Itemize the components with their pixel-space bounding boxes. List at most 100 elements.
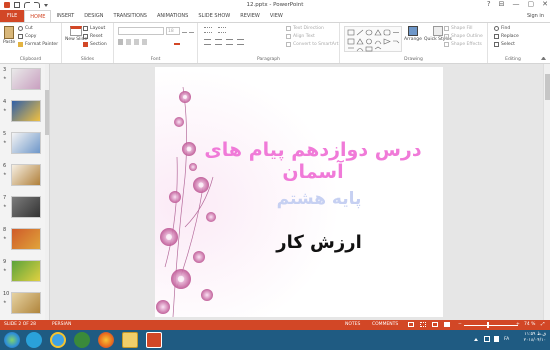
text-direction-button[interactable]: Text Direction <box>286 26 324 31</box>
zoom-in-button[interactable]: + <box>516 320 520 330</box>
justify-icon[interactable] <box>237 39 244 45</box>
shape-outline-button[interactable]: Shape Outline <box>444 34 483 39</box>
font-color-icon[interactable] <box>174 39 180 45</box>
shrink-font-icon[interactable] <box>189 28 194 33</box>
internet-explorer-icon[interactable] <box>50 332 66 348</box>
close-button[interactable]: ✕ <box>542 0 548 8</box>
file-explorer-icon[interactable] <box>122 332 138 348</box>
slide-thumbnail[interactable]: 10 ★ <box>0 291 46 321</box>
slide-thumbnail[interactable]: 9 ★ <box>0 259 46 289</box>
reset-button[interactable]: Reset <box>83 34 103 39</box>
tray-volume-icon[interactable] <box>494 336 499 342</box>
thumbnail-image[interactable] <box>11 132 41 154</box>
underline-icon[interactable] <box>134 39 139 45</box>
font-name-dropdown[interactable] <box>118 27 164 35</box>
zoom-slider-track[interactable] <box>464 325 518 326</box>
italic-icon[interactable] <box>126 39 131 45</box>
slide-heading[interactable]: ارزش کار <box>195 232 443 253</box>
comments-button[interactable]: COMMENTS <box>372 320 398 330</box>
help-button[interactable]: ? <box>487 0 491 8</box>
copy-button[interactable]: Copy <box>18 34 36 39</box>
tab-view[interactable]: VIEW <box>265 10 288 22</box>
tray-network-icon[interactable] <box>484 336 490 342</box>
tab-transitions[interactable]: TRANSITIONS <box>108 10 152 22</box>
thumbnail-image[interactable] <box>11 260 41 282</box>
slide-thumbnail[interactable]: 4 ★ <box>0 99 46 129</box>
strikethrough-icon[interactable] <box>142 39 147 45</box>
cut-button[interactable]: Cut <box>18 26 33 31</box>
tab-file[interactable]: FILE <box>0 10 25 22</box>
grow-font-icon[interactable] <box>182 28 187 33</box>
notes-button[interactable]: NOTES <box>345 320 360 330</box>
section-button[interactable]: Section <box>83 42 107 47</box>
telegram-icon[interactable] <box>26 332 42 348</box>
editor-scrollbar[interactable] <box>543 64 550 320</box>
layout-button[interactable]: Layout <box>83 26 105 31</box>
collapse-ribbon-icon[interactable] <box>541 57 546 60</box>
replace-button[interactable]: Replace <box>494 34 519 39</box>
view-normal-icon[interactable] <box>408 322 414 327</box>
align-right-icon[interactable] <box>226 39 233 45</box>
arrange-button[interactable]: Arrange <box>404 26 422 42</box>
slide-canvas[interactable]: درس دوازدهم پیام های آسمان پایه هشتم ارز… <box>155 67 443 317</box>
tab-home[interactable]: HOME <box>24 10 52 22</box>
slide-thumbnails-pane[interactable]: 3 ★ 4 ★ 5 ★ 6 ★ 7 ★ 8 ★ 9 ★ 10 ★ <box>0 64 50 320</box>
slide-title[interactable]: درس دوازدهم پیام های آسمان <box>199 139 427 183</box>
tab-insert[interactable]: INSERT <box>51 10 79 22</box>
thumbnail-image[interactable] <box>11 100 41 122</box>
globe-icon[interactable] <box>74 332 90 348</box>
powerpoint-taskbar-icon[interactable] <box>146 332 162 348</box>
format-painter-button[interactable]: Format Painter <box>18 42 58 47</box>
zoom-slider-thumb[interactable] <box>487 322 489 328</box>
zoom-out-button[interactable]: − <box>458 320 462 330</box>
thumbnail-image[interactable] <box>11 164 41 186</box>
thumbnail-image[interactable] <box>11 292 41 314</box>
paste-button[interactable]: Paste <box>3 26 15 45</box>
tray-up-arrow-icon[interactable] <box>474 338 478 341</box>
system-clock[interactable]: ۱۱:۵۹ ق.ظ ۲۰۱۸/۰۴/۱۰ <box>524 332 546 344</box>
sign-in-link[interactable]: Sign in <box>527 10 544 22</box>
shapes-gallery[interactable] <box>344 26 402 52</box>
tray-language[interactable]: FA <box>504 337 509 342</box>
view-slideshow-icon[interactable] <box>444 322 450 327</box>
find-button[interactable]: Find <box>494 26 510 31</box>
tab-slide-show[interactable]: SLIDE SHOW <box>193 10 235 22</box>
thumbnails-scroll-thumb[interactable] <box>45 90 49 135</box>
thumbnails-scrollbar[interactable] <box>45 64 49 320</box>
convert-smartart-button[interactable]: Convert to SmartArt <box>286 42 338 47</box>
editor-scroll-thumb[interactable] <box>545 74 550 100</box>
tab-review[interactable]: REVIEW <box>235 10 265 22</box>
fit-to-window-button[interactable]: ⤢ <box>541 320 545 330</box>
align-text-button[interactable]: Align Text <box>286 34 315 39</box>
replace-label: Replace <box>501 34 519 39</box>
minimize-button[interactable]: — <box>513 0 520 8</box>
firefox-icon[interactable] <box>98 332 114 348</box>
bullets-icon[interactable] <box>204 27 212 33</box>
bold-icon[interactable] <box>118 39 123 45</box>
tab-animations[interactable]: ANIMATIONS <box>152 10 193 22</box>
numbering-icon[interactable] <box>218 27 226 33</box>
view-reading-icon[interactable] <box>432 322 438 327</box>
select-button[interactable]: Select <box>494 42 515 47</box>
shape-fill-button[interactable]: Shape Fill <box>444 26 473 31</box>
shape-effects-button[interactable]: Shape Effects <box>444 42 482 47</box>
font-size-dropdown[interactable]: 18 <box>166 27 180 35</box>
view-sorter-icon[interactable] <box>420 322 426 327</box>
ribbon-display-button[interactable]: ⊟ <box>499 0 505 8</box>
language-indicator[interactable]: PERSIAN <box>52 320 71 330</box>
zoom-level[interactable]: 74 % <box>524 320 535 330</box>
thumbnail-image[interactable] <box>11 68 41 90</box>
align-left-icon[interactable] <box>204 39 211 45</box>
thumbnail-image[interactable] <box>11 196 41 218</box>
slide-thumbnail[interactable]: 5 ★ <box>0 131 46 161</box>
start-button[interactable] <box>4 332 20 348</box>
thumbnail-image[interactable] <box>11 228 41 250</box>
slide-thumbnail[interactable]: 6 ★ <box>0 163 46 193</box>
slide-thumbnail[interactable]: 8 ★ <box>0 227 46 257</box>
tab-design[interactable]: DESIGN <box>79 10 108 22</box>
slide-subtitle[interactable]: پایه هشتم <box>195 189 443 209</box>
slide-thumbnail[interactable]: 3 ★ <box>0 67 46 97</box>
slide-thumbnail[interactable]: 7 ★ <box>0 195 46 225</box>
align-center-icon[interactable] <box>215 39 222 45</box>
maximize-button[interactable]: ▢ <box>528 0 535 8</box>
